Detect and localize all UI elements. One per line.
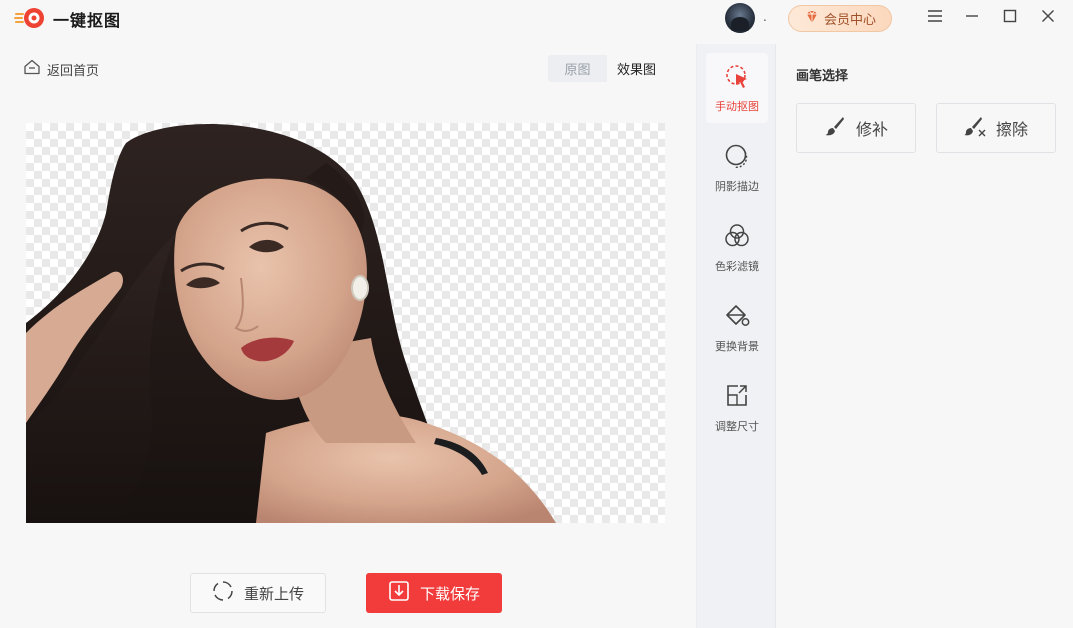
refresh-icon (212, 580, 234, 606)
tool-sidebar: 手动抠图 阴影描边 色彩滤镜 更换背景 调整尺寸 (696, 44, 776, 628)
image-canvas[interactable] (26, 123, 665, 523)
repair-brush-icon (824, 115, 846, 141)
download-save-label: 下载保存 (419, 584, 480, 603)
shadow-outline-icon (724, 143, 750, 173)
erase-brush-button[interactable]: 擦除 (936, 103, 1056, 153)
view-toggle: 原图 效果图 (548, 55, 666, 82)
maximize-icon (1003, 9, 1017, 27)
tool-label: 阴影描边 (715, 179, 759, 193)
close-icon (1041, 9, 1055, 27)
tool-shadow-outline[interactable]: 阴影描边 (706, 133, 768, 203)
color-filter-icon (724, 223, 750, 253)
close-button[interactable] (1033, 4, 1063, 32)
back-home-link[interactable]: 返回首页 (23, 58, 99, 80)
tool-manual-cutout[interactable]: 手动抠图 (706, 53, 768, 123)
cutout-subject-image (26, 123, 556, 523)
reupload-label: 重新上传 (243, 584, 304, 603)
tool-label: 更换背景 (715, 339, 759, 353)
paint-bucket-icon (724, 303, 750, 333)
repair-brush-button[interactable]: 修补 (796, 103, 916, 153)
minimize-button[interactable] (957, 4, 987, 32)
back-home-label: 返回首页 (47, 63, 100, 79)
tool-change-background[interactable]: 更换背景 (706, 293, 768, 363)
app-logo-icon (14, 6, 46, 30)
app-title: 一键抠图 (53, 11, 122, 30)
erase-brush-icon (964, 115, 986, 141)
tool-label: 调整尺寸 (715, 419, 759, 433)
vip-center-label: 会员中心 (823, 13, 876, 28)
download-icon (388, 580, 410, 606)
tool-label: 色彩滤镜 (715, 259, 759, 273)
download-save-button[interactable]: 下载保存 (366, 573, 502, 613)
vip-center-button[interactable]: 会员中心 (788, 5, 892, 32)
panel-title: 画笔选择 (796, 69, 849, 84)
tool-color-filter[interactable]: 色彩滤镜 (706, 213, 768, 283)
username: . (763, 10, 767, 24)
tab-original[interactable]: 原图 (548, 55, 607, 82)
repair-brush-label: 修补 (855, 120, 888, 139)
tool-resize[interactable]: 调整尺寸 (706, 373, 768, 443)
reupload-button[interactable]: 重新上传 (190, 573, 326, 613)
tab-effect[interactable]: 效果图 (607, 55, 666, 82)
resize-icon (724, 383, 750, 413)
erase-brush-label: 擦除 (995, 120, 1028, 139)
home-icon (23, 58, 41, 80)
diamond-icon (804, 9, 820, 29)
user-avatar[interactable] (725, 3, 755, 33)
cursor-select-icon (724, 63, 750, 93)
tool-label: 手动抠图 (715, 99, 759, 113)
minimize-icon (965, 9, 979, 27)
menu-icon (927, 9, 943, 27)
maximize-button[interactable] (995, 4, 1025, 32)
title-bar: 一键抠图 . 会员中心 (0, 0, 1073, 38)
menu-button[interactable] (920, 4, 950, 32)
brush-panel: 画笔选择 修补 擦除 (777, 44, 1073, 628)
